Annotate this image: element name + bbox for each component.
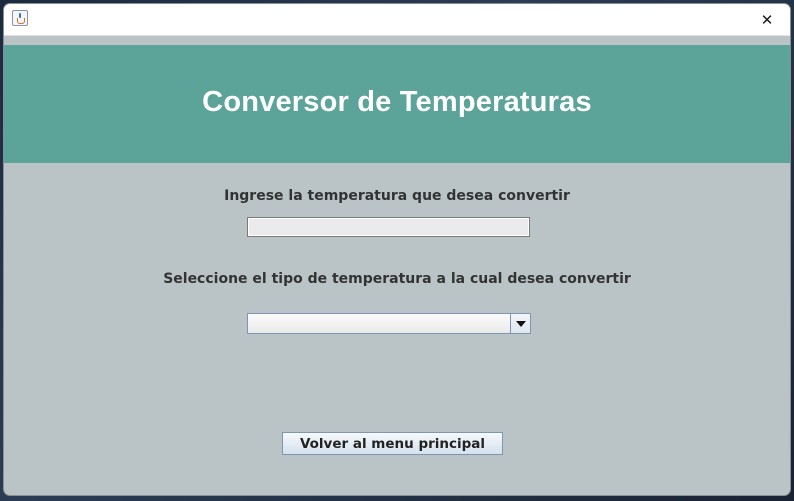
conversion-type-label: Seleccione el tipo de temperatura a la c… [163,271,631,287]
dropdown-arrow-button[interactable] [510,314,530,333]
close-icon: ✕ [760,10,774,29]
conversion-type-select[interactable] [247,313,531,334]
temperature-label: Ingrese la temperatura que desea convert… [224,188,570,204]
header-banner: Conversor de Temperaturas [4,45,790,163]
back-to-menu-label: Volver al menu principal [299,435,486,452]
title-bar[interactable]: ✕ [4,4,790,36]
page-title: Conversor de Temperaturas [202,85,592,118]
app-window: ✕ Conversor de Temperaturas Ingrese la t… [4,4,790,495]
temperature-input[interactable] [247,217,530,237]
java-app-icon [12,10,28,26]
chevron-down-icon [515,320,526,327]
back-to-menu-button[interactable]: Volver al menu principal [282,432,503,455]
close-button[interactable]: ✕ [744,4,790,35]
